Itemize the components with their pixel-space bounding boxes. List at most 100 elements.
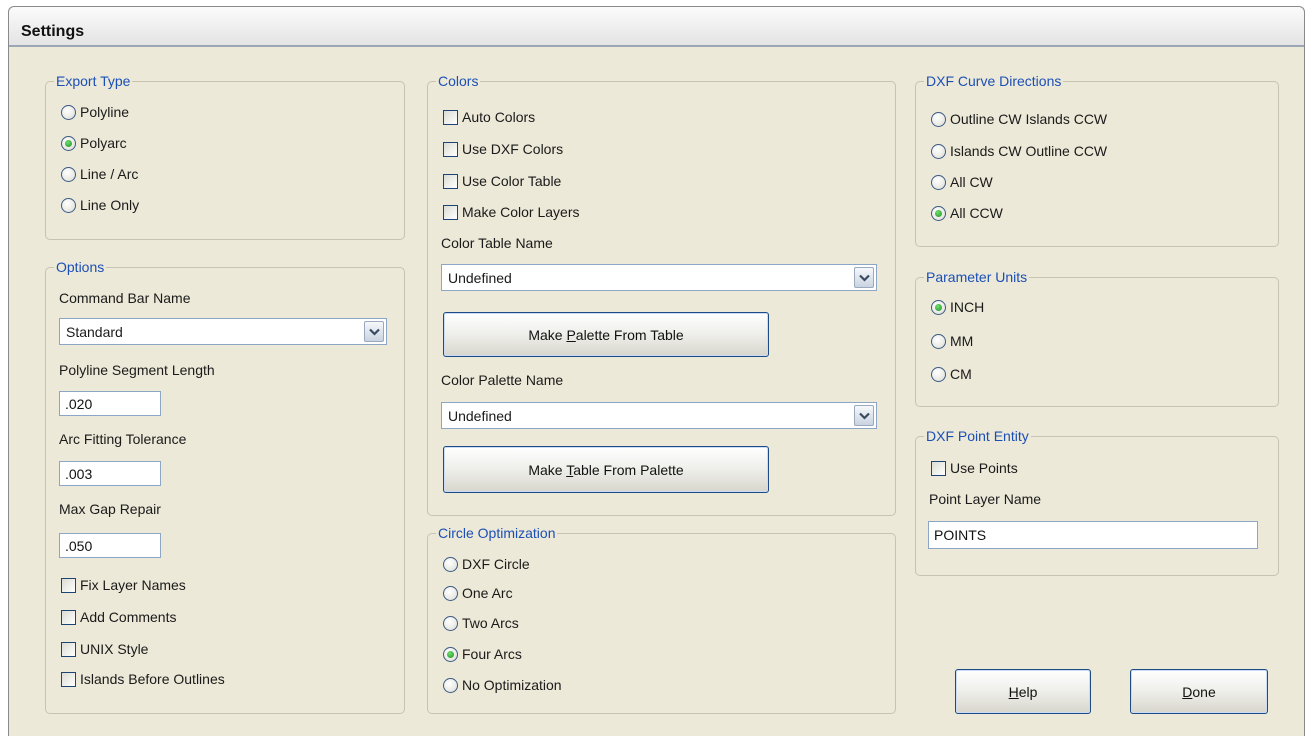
radio-all-cw[interactable]: All CW bbox=[931, 174, 993, 190]
checkbox-box[interactable] bbox=[443, 141, 458, 157]
checkbox-box[interactable] bbox=[443, 204, 458, 220]
checkbox-label: Use DXF Colors bbox=[462, 141, 564, 157]
export-type-legend: Export Type bbox=[56, 73, 131, 89]
help-button[interactable]: Help bbox=[955, 669, 1091, 714]
radio-one-arc[interactable]: One Arc bbox=[443, 585, 513, 601]
radio-dxf-circle[interactable]: DXF Circle bbox=[443, 556, 530, 572]
radio-outline-cw-islands-ccw[interactable]: Outline CW Islands CCW bbox=[931, 111, 1107, 127]
done-button[interactable]: Done bbox=[1130, 669, 1268, 714]
chevron-down-icon bbox=[858, 274, 870, 282]
make-table-from-palette-button[interactable]: Make Table From Palette bbox=[443, 446, 769, 493]
radio-label: One Arc bbox=[462, 585, 513, 601]
radio-mm[interactable]: MM bbox=[931, 333, 973, 349]
radio-islands-cw-outline-ccw[interactable]: Islands CW Outline CCW bbox=[931, 143, 1107, 159]
checkbox-box[interactable] bbox=[61, 641, 76, 657]
checkbox-islands-before-outlines[interactable]: Islands Before Outlines bbox=[61, 671, 225, 687]
radio-indicator[interactable] bbox=[931, 111, 946, 127]
export-type-group: Export Type bbox=[45, 73, 405, 240]
point-layer-name-input[interactable] bbox=[928, 521, 1258, 549]
radio-two-arcs[interactable]: Two Arcs bbox=[443, 615, 519, 631]
radio-indicator[interactable] bbox=[931, 333, 946, 349]
radio-indicator[interactable] bbox=[443, 615, 458, 631]
radio-label: Line / Arc bbox=[80, 166, 139, 182]
color-table-name-label: Color Table Name bbox=[441, 235, 553, 251]
checkbox-unix-style[interactable]: UNIX Style bbox=[61, 641, 148, 657]
checkbox-box[interactable] bbox=[61, 671, 76, 687]
button-label: Help bbox=[1008, 683, 1038, 700]
button-label: Make Palette From Table bbox=[528, 326, 684, 343]
radio-label: Line Only bbox=[80, 197, 140, 213]
color-palette-name-dropdown[interactable]: Undefined bbox=[441, 402, 877, 429]
radio-indicator[interactable] bbox=[61, 166, 76, 182]
dropdown-button[interactable] bbox=[364, 321, 384, 342]
radio-indicator[interactable] bbox=[443, 646, 458, 662]
parameter-units-legend: Parameter Units bbox=[926, 269, 1028, 285]
checkbox-label: Use Color Table bbox=[462, 173, 562, 189]
radio-indicator[interactable] bbox=[931, 205, 946, 221]
checkbox-label: Fix Layer Names bbox=[80, 577, 186, 593]
radio-cm[interactable]: CM bbox=[931, 366, 972, 382]
checkbox-box[interactable] bbox=[443, 173, 458, 189]
radio-line-arc[interactable]: Line / Arc bbox=[61, 166, 138, 182]
checkbox-use-dxf-colors[interactable]: Use DXF Colors bbox=[443, 141, 563, 157]
checkbox-fix-layer-names[interactable]: Fix Layer Names bbox=[61, 577, 186, 593]
button-label: Make Table From Palette bbox=[528, 461, 684, 478]
curve-directions-legend: DXF Curve Directions bbox=[926, 73, 1062, 89]
checkbox-box[interactable] bbox=[931, 460, 946, 476]
checkbox-make-color-layers[interactable]: Make Color Layers bbox=[443, 204, 580, 220]
radio-indicator[interactable] bbox=[443, 677, 458, 693]
checkbox-box[interactable] bbox=[61, 609, 76, 625]
radio-indicator[interactable] bbox=[61, 104, 76, 120]
radio-indicator[interactable] bbox=[931, 366, 946, 382]
title-bar[interactable]: Settings bbox=[9, 7, 1304, 47]
checkbox-add-comments[interactable]: Add Comments bbox=[61, 609, 176, 625]
radio-label: Polyline bbox=[80, 104, 130, 120]
radio-line-only[interactable]: Line Only bbox=[61, 197, 139, 213]
radio-label: All CCW bbox=[950, 205, 1003, 221]
dropdown-button[interactable] bbox=[854, 267, 874, 288]
max-gap-label: Max Gap Repair bbox=[59, 501, 161, 517]
color-table-name-dropdown[interactable]: Undefined bbox=[441, 264, 877, 291]
chevron-down-icon bbox=[858, 412, 870, 420]
radio-no-optimization[interactable]: No Optimization bbox=[443, 677, 562, 693]
radio-indicator[interactable] bbox=[931, 174, 946, 190]
radio-indicator[interactable] bbox=[443, 585, 458, 601]
radio-all-ccw[interactable]: All CCW bbox=[931, 205, 1003, 221]
checkbox-label: Add Comments bbox=[80, 609, 177, 625]
radio-label: Islands CW Outline CCW bbox=[950, 143, 1108, 159]
arc-tolerance-input[interactable] bbox=[59, 461, 161, 486]
radio-indicator[interactable] bbox=[443, 556, 458, 572]
color-table-name-value: Undefined bbox=[448, 270, 512, 286]
checkbox-box[interactable] bbox=[443, 109, 458, 125]
checkbox-auto-colors[interactable]: Auto Colors bbox=[443, 109, 535, 125]
radio-indicator[interactable] bbox=[61, 135, 76, 151]
settings-dialog: Settings Export Type Polyline Polyarc Li… bbox=[8, 6, 1305, 736]
command-bar-value: Standard bbox=[66, 324, 123, 340]
circle-optimization-legend: Circle Optimization bbox=[438, 525, 556, 541]
radio-label: CM bbox=[950, 366, 972, 382]
radio-indicator[interactable] bbox=[61, 197, 76, 213]
checkbox-use-points[interactable]: Use Points bbox=[931, 460, 1018, 476]
polyline-segment-input[interactable] bbox=[59, 391, 161, 416]
radio-indicator[interactable] bbox=[931, 143, 946, 159]
polyline-segment-label: Polyline Segment Length bbox=[59, 362, 215, 378]
dropdown-button[interactable] bbox=[854, 405, 874, 426]
command-bar-dropdown[interactable]: Standard bbox=[59, 318, 387, 345]
radio-label: DXF Circle bbox=[462, 556, 530, 572]
point-entity-legend: DXF Point Entity bbox=[926, 428, 1029, 444]
checkbox-box[interactable] bbox=[61, 577, 76, 593]
make-palette-from-table-button[interactable]: Make Palette From Table bbox=[443, 312, 769, 357]
checkbox-label: Use Points bbox=[950, 460, 1018, 476]
radio-indicator[interactable] bbox=[931, 299, 946, 315]
arc-tolerance-label: Arc Fitting Tolerance bbox=[59, 431, 187, 447]
radio-label: Outline CW Islands CCW bbox=[950, 111, 1108, 127]
max-gap-input[interactable] bbox=[59, 533, 161, 558]
radio-polyline[interactable]: Polyline bbox=[61, 104, 129, 120]
radio-four-arcs[interactable]: Four Arcs bbox=[443, 646, 522, 662]
checkbox-label: Islands Before Outlines bbox=[80, 671, 225, 687]
radio-polyarc[interactable]: Polyarc bbox=[61, 135, 127, 151]
options-legend: Options bbox=[56, 259, 105, 275]
radio-inch[interactable]: INCH bbox=[931, 299, 984, 315]
checkbox-label: Auto Colors bbox=[462, 109, 536, 125]
checkbox-use-color-table[interactable]: Use Color Table bbox=[443, 173, 561, 189]
